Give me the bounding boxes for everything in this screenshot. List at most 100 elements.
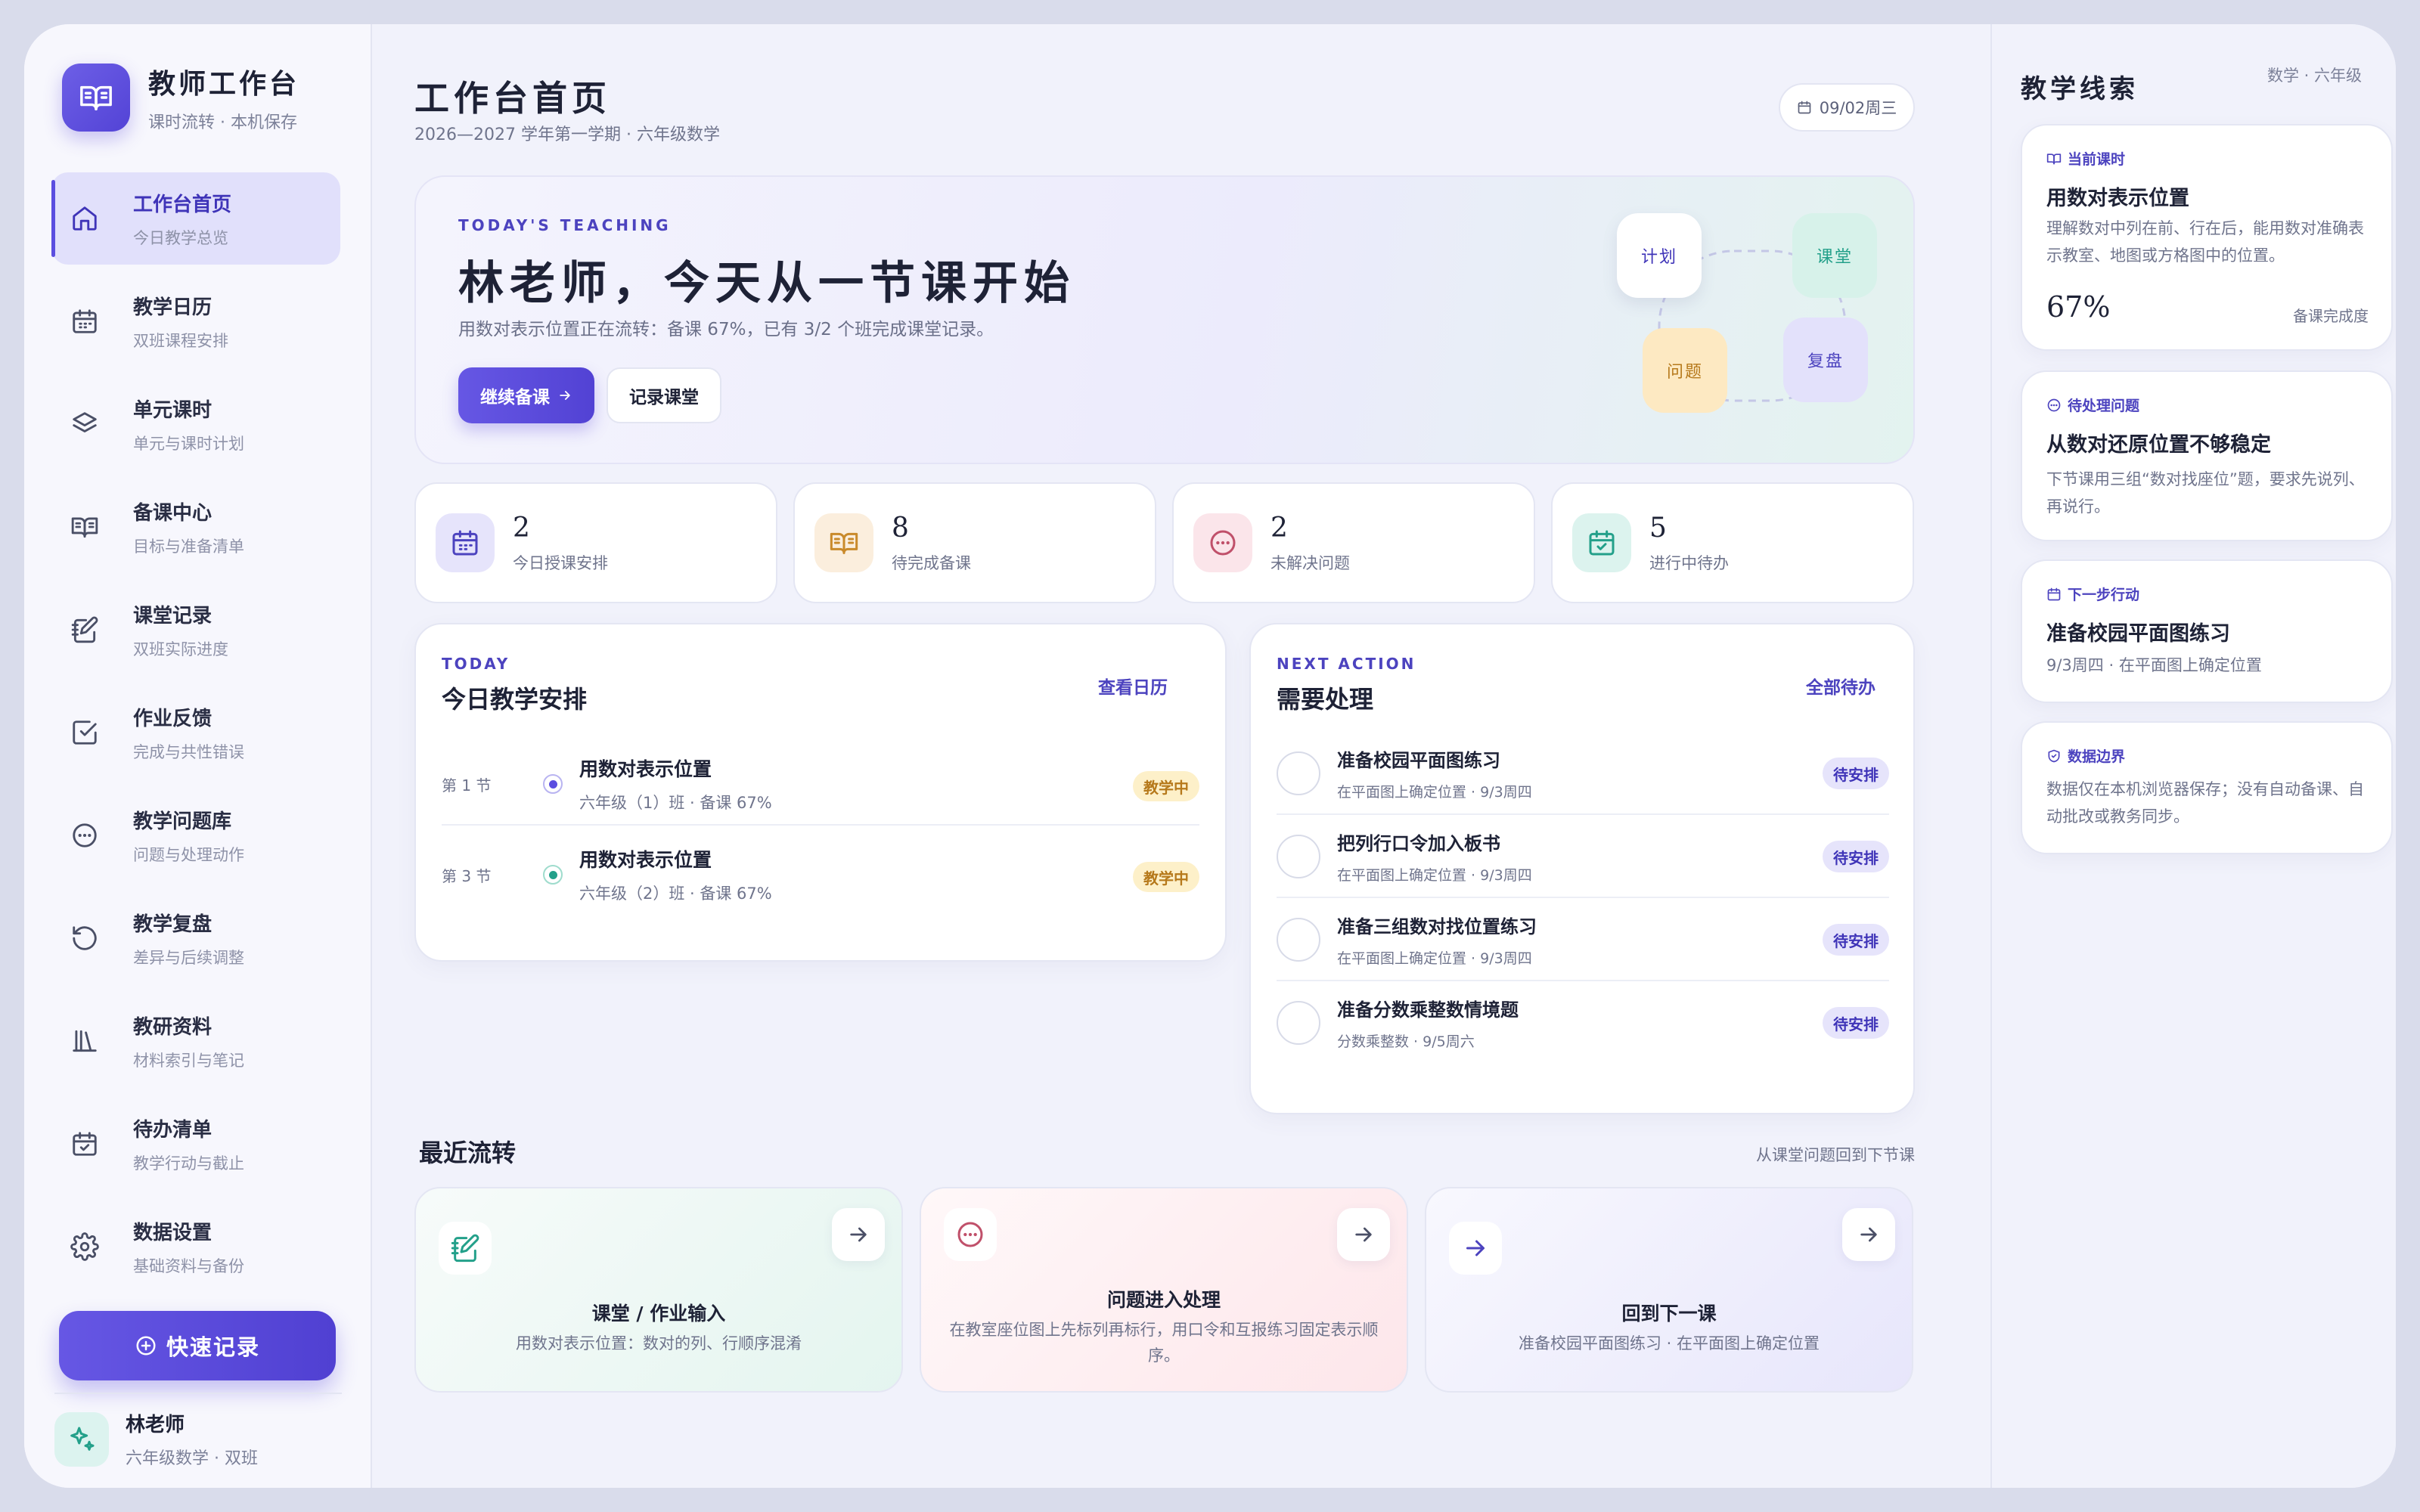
stat-value: 2: [1270, 512, 1288, 544]
next-action-card: NEXT ACTION 需要处理 全部待办 准备校园平面图练习 在平面图上确定位…: [1249, 623, 1915, 1114]
flow-card-desc: 用数对表示位置：数对的列、行顺序混淆: [516, 1334, 802, 1352]
status-badge: 待安排: [1823, 841, 1889, 872]
sidebar-item-desc: 单元与课时计划: [133, 434, 244, 453]
brand-title: 教师工作台: [148, 68, 300, 100]
next-step-eyebrow: 下一步行动: [2046, 584, 2139, 604]
stat-value: 5: [1649, 512, 1667, 544]
layers-icon: [64, 403, 106, 445]
next-step-desc: 9/3周四 · 在平面图上确定位置: [2046, 656, 2262, 674]
sidebar-item-settings[interactable]: 数据设置 基础资料与备份: [51, 1201, 340, 1293]
task-checkbox[interactable]: [1277, 918, 1320, 962]
task-row[interactable]: 准备三组数对找位置练习 在平面图上确定位置 · 9/3周四 待安排: [1277, 898, 1889, 981]
sidebar-item-label: 单元课时: [133, 398, 213, 422]
current-lesson-eyebrow: 当前课时: [2046, 148, 2125, 169]
schedule-period: 第 3 节: [442, 866, 492, 885]
task-checkbox[interactable]: [1277, 751, 1320, 795]
flow-card-input[interactable]: 课堂 / 作业输入 用数对表示位置：数对的列、行顺序混淆: [414, 1187, 903, 1393]
sidebar-item-homework[interactable]: 作业反馈 完成与共性错误: [51, 686, 340, 779]
sparkles-icon: [54, 1411, 109, 1467]
next-step-card[interactable]: 下一步行动 准备校园平面图练习 9/3周四 · 在平面图上确定位置: [2021, 559, 2393, 703]
sidebar-item-calendar[interactable]: 教学日历 双班课程安排: [51, 275, 340, 367]
task-row[interactable]: 准备校园平面图练习 在平面图上确定位置 · 9/3周四 待安排: [1277, 732, 1889, 815]
home-icon: [64, 197, 106, 240]
sidebar-item-label: 作业反馈: [133, 707, 213, 730]
sidebar-item-home[interactable]: 工作台首页 今日教学总览: [51, 172, 340, 265]
stat-card-todos[interactable]: 5 进行中待办: [1551, 482, 1914, 603]
next-step-title: 准备校园平面图练习: [2046, 622, 2230, 646]
record-class-button[interactable]: 记录课堂: [607, 367, 721, 423]
pending-problem-card[interactable]: 待处理问题 从数对还原位置不够稳定 下节课用三组“数对找座位”题，要求先说列、再…: [2021, 370, 2393, 541]
quick-record-button[interactable]: 快速记录: [59, 1311, 336, 1380]
task-meta: 分数乘整数 · 9/5周六: [1337, 1033, 1475, 1050]
sidebar-item-label: 教学日历: [133, 296, 213, 319]
shield-icon: [2048, 749, 2060, 762]
current-lesson-card[interactable]: 当前课时 用数对表示位置 理解数对中列在前、行在后，能用数对准确表示教室、地图或…: [2021, 124, 2393, 351]
status-dot: [543, 774, 563, 794]
sidebar-item-resources[interactable]: 教研资料 材料索引与笔记: [51, 995, 340, 1087]
flow-card-desc: 在教室座位图上先标列再标行，用口令和互报练习固定表示顺序。: [949, 1321, 1379, 1365]
checkbox-icon: [64, 711, 106, 754]
calendar-check-icon: [64, 1123, 106, 1165]
task-title: 准备校园平面图练习: [1337, 750, 1500, 771]
sidebar-item-desc: 材料索引与笔记: [133, 1051, 244, 1070]
hero-eyebrow: TODAY'S TEACHING: [458, 216, 672, 234]
task-title: 准备分数乘整数情境题: [1337, 999, 1519, 1021]
flow-card-problem[interactable]: 问题进入处理 在教室座位图上先标列再标行，用口令和互报练习固定表示顺序。: [920, 1187, 1408, 1393]
sidebar-item-prep[interactable]: 备课中心 目标与准备清单: [51, 481, 340, 573]
calendar-icon: [1798, 101, 1811, 114]
stat-value: 8: [892, 512, 909, 544]
user-profile[interactable]: 林老师 六年级数学 · 双班: [54, 1409, 258, 1469]
sidebar-item-desc: 完成与共性错误: [133, 742, 244, 761]
stat-card-problems[interactable]: 2 未解决问题: [1172, 482, 1535, 603]
schedule-card: TODAY 今日教学安排 查看日历 第 1 节 用数对表示位置 六年级（1）班 …: [414, 623, 1227, 962]
sidebar-item-units[interactable]: 单元课时 单元与课时计划: [51, 378, 340, 470]
sidebar-item-desc: 目标与准备清单: [133, 537, 244, 556]
task-row[interactable]: 把列行口令加入板书 在平面图上确定位置 · 9/3周四 待安排: [1277, 815, 1889, 898]
sidebar: 教师工作台 课时流转 · 本机保存 工作台首页 今日教学总览 教学日历 双班课程…: [24, 24, 372, 1488]
schedule-row[interactable]: 第 3 节 用数对表示位置 六年级（2）班 · 备课 67% 教学中: [442, 833, 1199, 916]
stat-label: 进行中待办: [1649, 553, 1729, 572]
stat-card-prep[interactable]: 8 待完成备课: [793, 482, 1156, 603]
flow-card-title: 课堂 / 作业输入: [591, 1303, 726, 1325]
schedule-row[interactable]: 第 1 节 用数对表示位置 六年级（1）班 · 备课 67% 教学中: [442, 742, 1199, 826]
data-boundary-desc: 数据仅在本机浏览器保存；没有自动备课、自动批改或教务同步。: [2046, 780, 2364, 826]
sidebar-item-class-records[interactable]: 课堂记录 双班实际进度: [51, 584, 340, 676]
open-book-icon: [2046, 153, 2062, 164]
eyebrow-text: 待处理问题: [2068, 398, 2140, 414]
sidebar-item-todos[interactable]: 待办清单 教学行动与截止: [51, 1098, 340, 1190]
sidebar-item-label: 教学问题库: [133, 810, 232, 833]
arrow-right-icon: [1449, 1222, 1502, 1275]
sidebar-item-review[interactable]: 教学复盘 差异与后续调整: [51, 892, 340, 984]
date-text: 09/02周三: [1819, 99, 1897, 117]
view-calendar-link[interactable]: 查看日历: [1098, 673, 1168, 699]
task-title: 把列行口令加入板书: [1337, 833, 1500, 854]
schedule-period: 第 1 节: [442, 776, 492, 795]
arrow-right-icon[interactable]: [1842, 1208, 1895, 1261]
status-dot: [543, 865, 563, 885]
task-checkbox[interactable]: [1277, 1001, 1320, 1045]
task-row[interactable]: 准备分数乘整数情境题 分数乘整数 · 9/5周六 待安排: [1277, 981, 1889, 1064]
hero-title: 林老师，今天从一节课开始: [458, 257, 1075, 310]
arrow-right-icon[interactable]: [832, 1208, 885, 1261]
sidebar-divider: [54, 1393, 342, 1394]
stat-card-lessons[interactable]: 2 今日授课安排: [414, 482, 777, 603]
stat-label: 未解决问题: [1270, 553, 1350, 572]
date-pill[interactable]: 09/02周三: [1779, 83, 1915, 132]
flow-card-desc: 准备校园平面图练习 · 在平面图上确定位置: [1518, 1334, 1820, 1352]
schedule-lesson-title: 用数对表示位置: [579, 849, 712, 871]
cycle-node-review: 复盘: [1783, 318, 1868, 402]
open-book-icon: [814, 513, 873, 572]
calendar-icon: [436, 513, 495, 572]
sidebar-item-desc: 基础资料与备份: [133, 1256, 244, 1275]
schedule-lesson-meta: 六年级（2）班 · 备课 67%: [579, 885, 772, 903]
task-meta: 在平面图上确定位置 · 9/3周四: [1337, 867, 1532, 884]
arrow-right-icon[interactable]: [1337, 1208, 1390, 1261]
sidebar-item-problems[interactable]: 教学问题库 问题与处理动作: [51, 789, 340, 881]
flow-card-next-lesson[interactable]: 回到下一课 准备校园平面图练习 · 在平面图上确定位置: [1425, 1187, 1913, 1393]
flow-card-title: 回到下一课: [1621, 1303, 1717, 1325]
eyebrow-text: 下一步行动: [2068, 587, 2140, 603]
data-boundary-card[interactable]: 数据边界 数据仅在本机浏览器保存；没有自动备课、自动批改或教务同步。: [2021, 721, 2393, 854]
continue-prep-button[interactable]: 继续备课: [458, 367, 594, 423]
all-todos-link[interactable]: 全部待办: [1806, 673, 1876, 699]
task-checkbox[interactable]: [1277, 835, 1320, 878]
